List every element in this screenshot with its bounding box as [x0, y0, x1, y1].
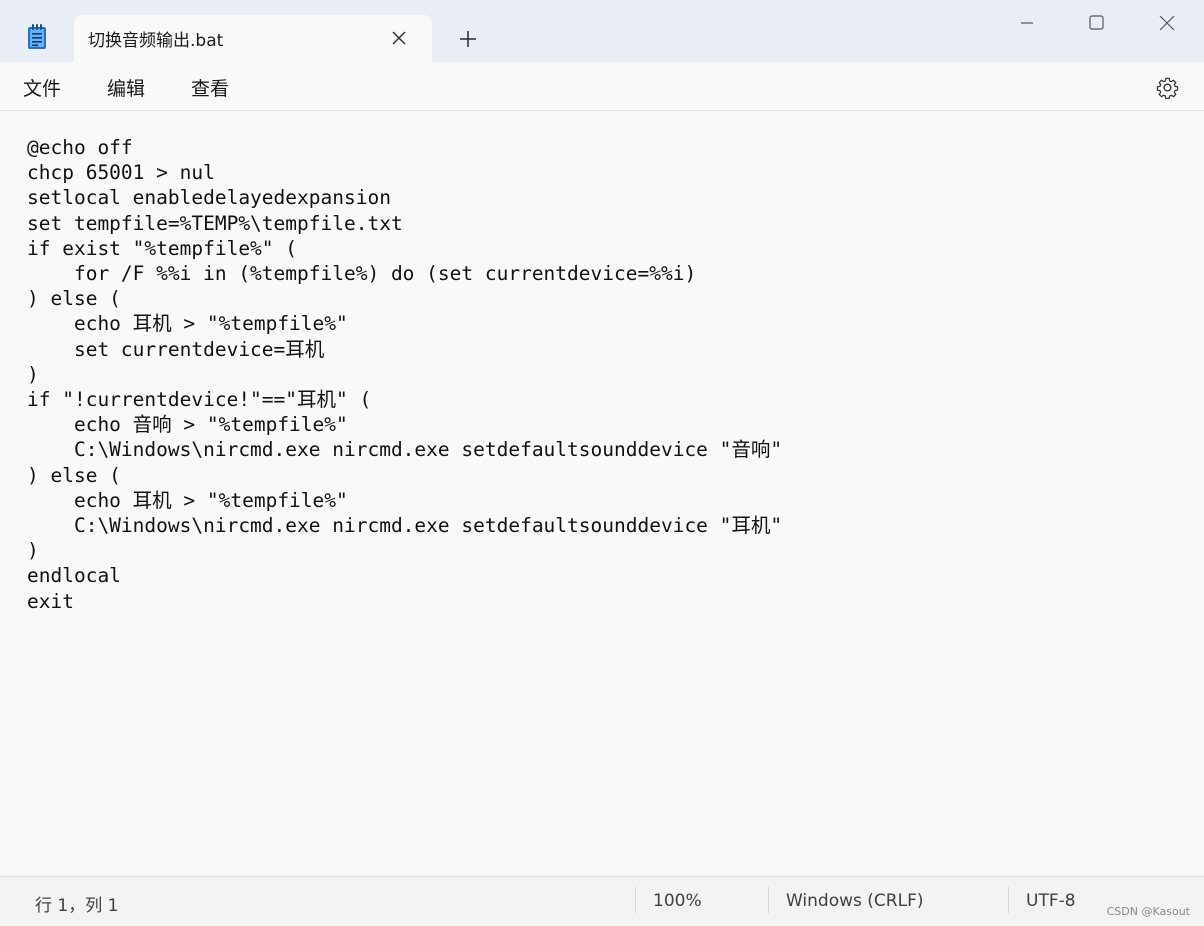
status-divider [1008, 887, 1009, 913]
menu-view[interactable]: 查看 [191, 74, 229, 101]
watermark: CSDN @Kasout [1106, 905, 1190, 918]
close-icon[interactable] [388, 27, 410, 49]
maximize-icon[interactable] [1073, 10, 1119, 36]
line-ending[interactable]: Windows (CRLF) [786, 891, 924, 911]
gear-icon[interactable] [1156, 76, 1179, 99]
notepad-icon [28, 24, 46, 49]
menu-file[interactable]: 文件 [23, 74, 61, 101]
minimize-icon[interactable] [1004, 10, 1050, 36]
text-editor[interactable]: @echo off chcp 65001 > nul setlocal enab… [0, 111, 1204, 875]
status-divider [635, 887, 636, 913]
encoding[interactable]: UTF-8 [1026, 891, 1076, 911]
notepad-window: 切换音频输出.bat 文件 编辑 查看 @echo off chcp 65001… [0, 0, 1204, 926]
tab-file[interactable]: 切换音频输出.bat [74, 15, 432, 62]
menu-bar: 文件 编辑 查看 [0, 62, 1204, 111]
status-divider [768, 887, 769, 913]
tab-title: 切换音频输出.bat [88, 31, 224, 51]
title-bar: 切换音频输出.bat [0, 0, 1204, 62]
cursor-position: 行 1，列 1 [35, 896, 119, 916]
editor-content[interactable]: @echo off chcp 65001 > nul setlocal enab… [27, 135, 782, 614]
menu-edit[interactable]: 编辑 [107, 74, 145, 101]
status-bar: 行 1，列 1 100% Windows (CRLF) UTF-8 CSDN @… [0, 876, 1204, 926]
close-icon[interactable] [1144, 10, 1190, 36]
plus-icon[interactable] [456, 27, 480, 51]
zoom-level[interactable]: 100% [653, 891, 702, 911]
